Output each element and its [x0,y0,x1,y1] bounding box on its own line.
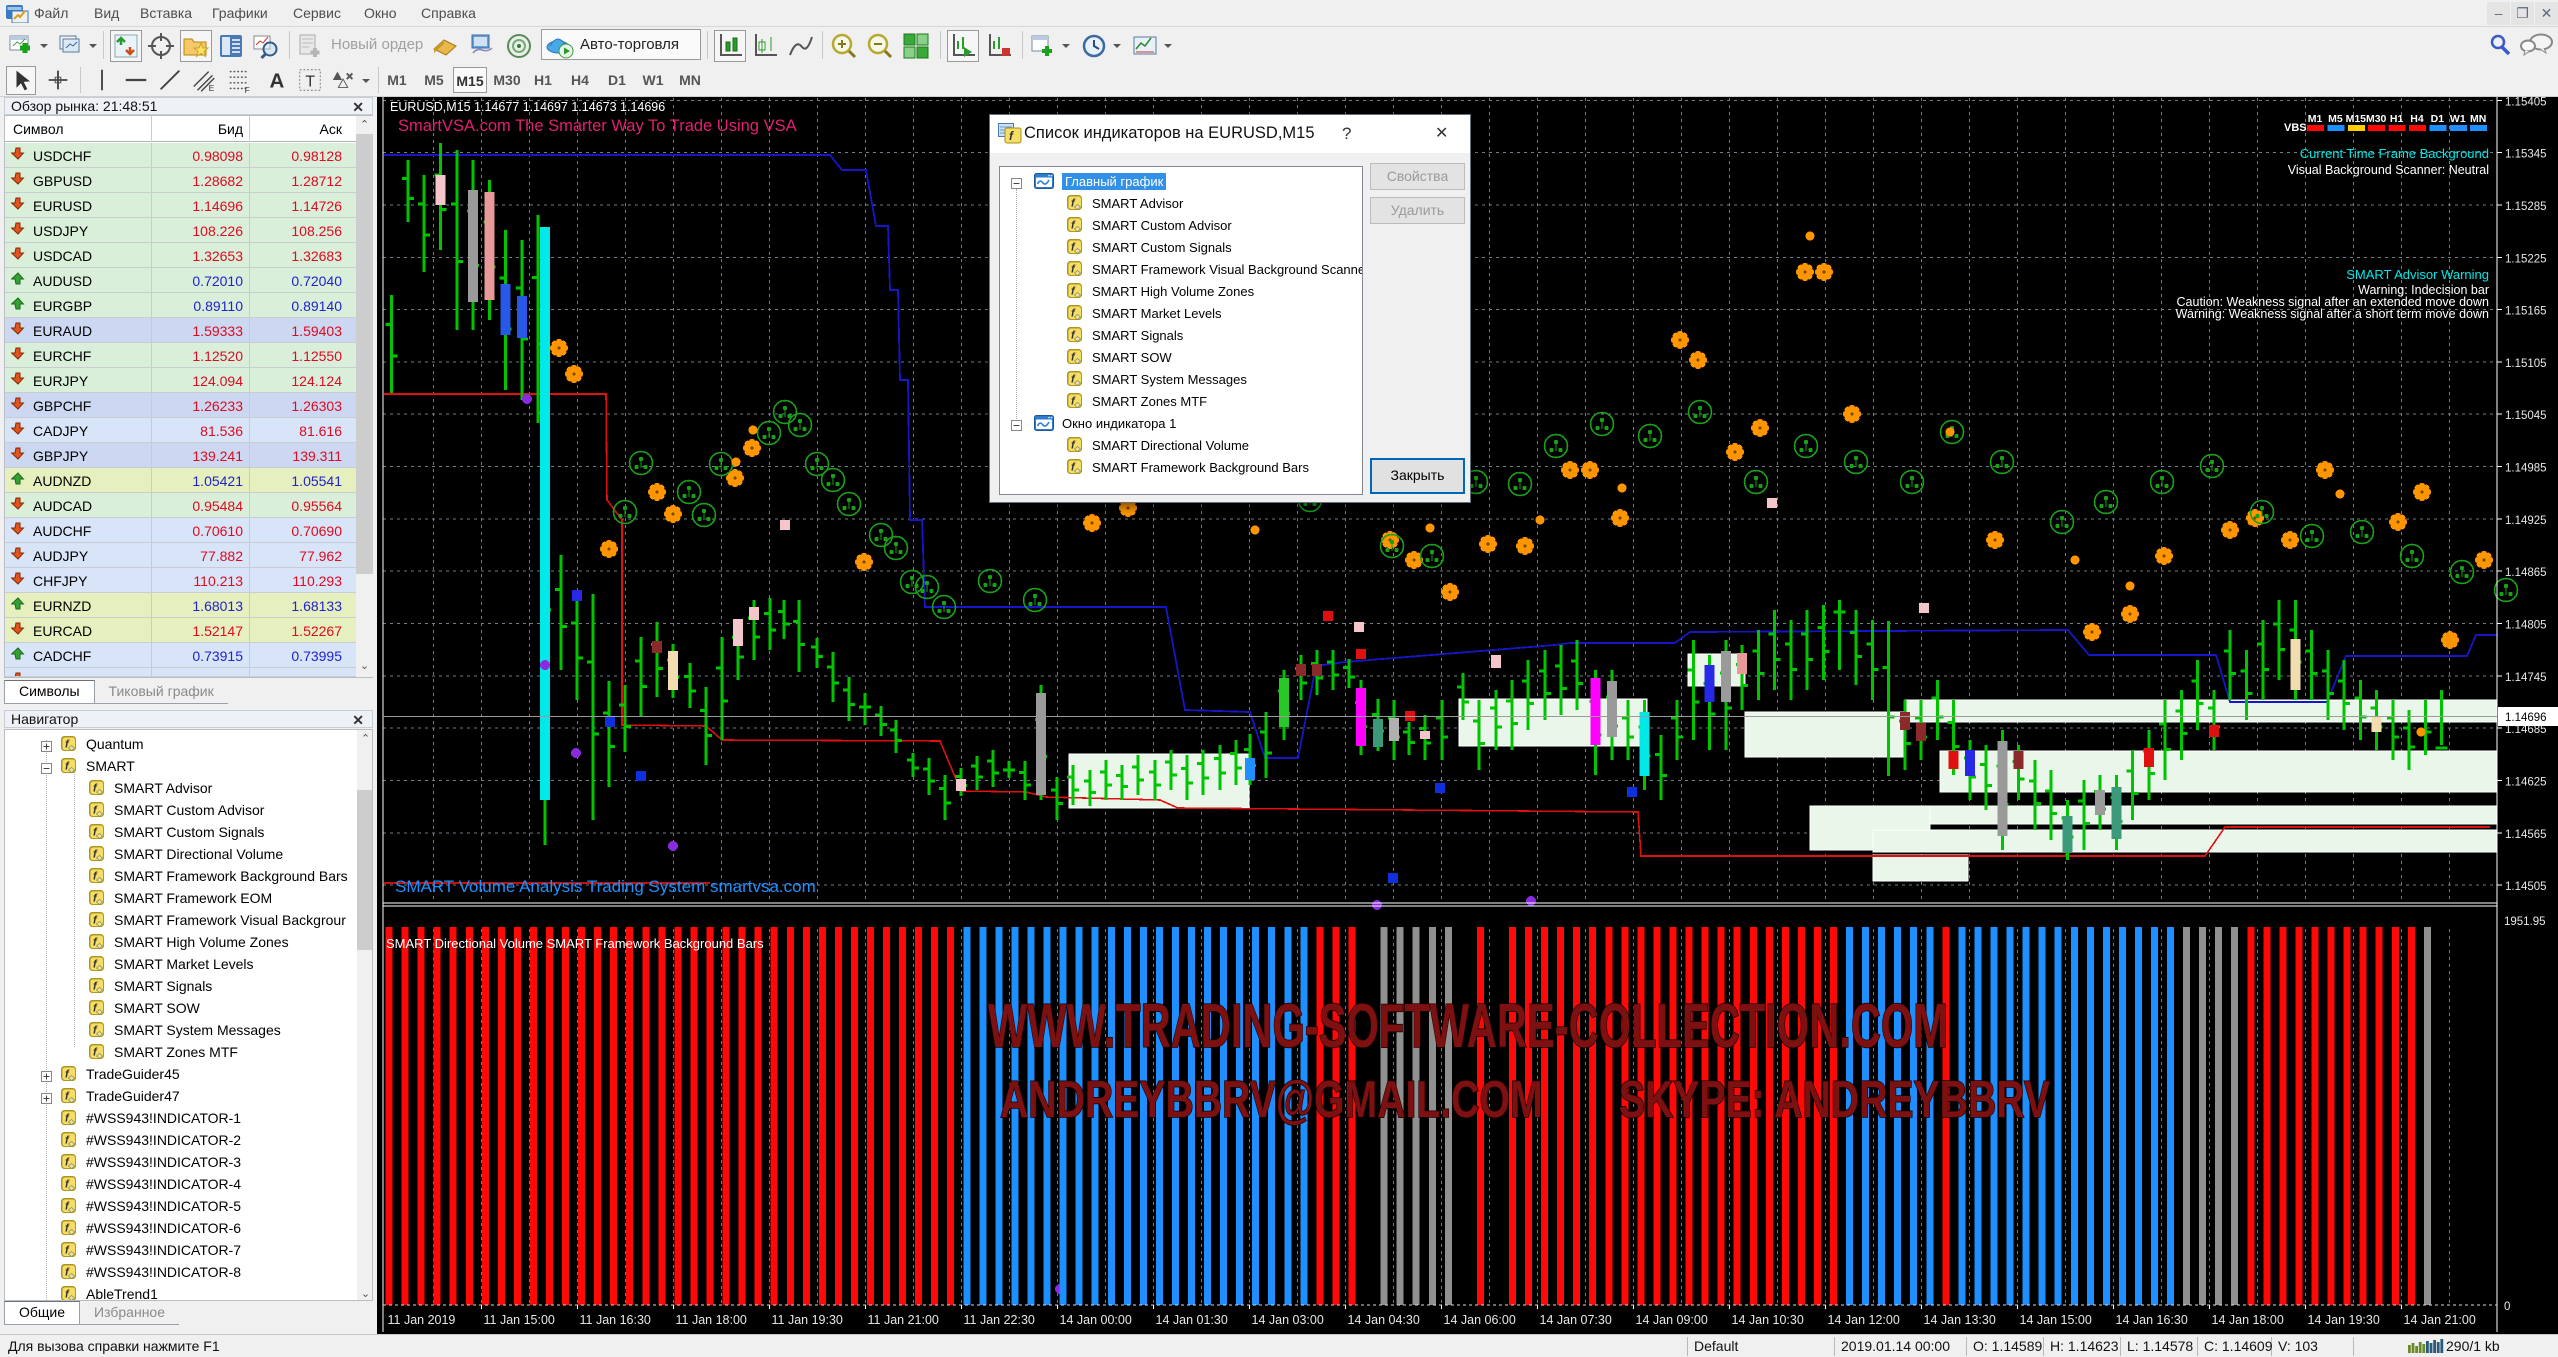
svg-text:M1: M1 [2308,113,2323,125]
svg-text:11 Jan 15:00: 11 Jan 15:00 [484,1313,555,1327]
svg-text:0: 0 [2504,1301,2510,1313]
svg-text:M15: M15 [2346,113,2367,125]
svg-text:1.14805: 1.14805 [2505,620,2547,632]
svg-text:SMART Directional Volume SMAR: SMART Directional Volume SMART Framework… [386,936,764,951]
svg-text:Visual Background Scanner: Neu: Visual Background Scanner: Neutral [2288,163,2489,177]
svg-text:M30: M30 [2366,113,2387,125]
svg-text:14 Jan 15:00: 14 Jan 15:00 [2020,1313,2092,1327]
svg-text:1.15345: 1.15345 [2505,149,2547,161]
svg-text:A: A [269,69,284,92]
svg-text:14 Jan 21:00: 14 Jan 21:00 [2404,1313,2476,1327]
svg-text:Current Time Frame Background: Current Time Frame Background [2300,146,2489,161]
svg-text:14 Jan 18:00: 14 Jan 18:00 [2212,1313,2284,1327]
svg-text:14 Jan 09:00: 14 Jan 09:00 [1636,1313,1708,1327]
svg-text:1.14565: 1.14565 [2505,829,2547,841]
svg-text:1951.95: 1951.95 [2504,916,2546,928]
svg-text:14 Jan 13:30: 14 Jan 13:30 [1924,1313,1996,1327]
svg-text:14 Jan 04:30: 14 Jan 04:30 [1348,1313,1420,1327]
svg-text:1.14696: 1.14696 [2505,712,2547,724]
svg-text:14 Jan 16:30: 14 Jan 16:30 [2116,1313,2188,1327]
svg-text:14 Jan 19:30: 14 Jan 19:30 [2308,1313,2380,1327]
svg-text:14 Jan 00:00: 14 Jan 00:00 [1060,1313,1132,1327]
svg-text:1.15405: 1.15405 [2505,97,2547,108]
svg-text:SMART Advisor Warning: SMART Advisor Warning [2346,267,2489,282]
svg-text:14 Jan 03:00: 14 Jan 03:00 [1252,1313,1324,1327]
svg-text:11 Jan 22:30: 11 Jan 22:30 [964,1313,1035,1327]
svg-text:1.14745: 1.14745 [2505,672,2547,684]
svg-text:WWW.TRADING-SOFTWARE-COLLECTIO: WWW.TRADING-SOFTWARE-COLLECTION.COM [988,992,1948,1061]
svg-text:14 Jan 01:30: 14 Jan 01:30 [1156,1313,1228,1327]
svg-text:11 Jan 21:00: 11 Jan 21:00 [868,1313,939,1327]
svg-text:SMART Volume Analysis Trading: SMART Volume Analysis Trading System sma… [395,877,816,896]
svg-text:1.14925: 1.14925 [2505,515,2547,527]
svg-text:MN: MN [2470,113,2486,125]
svg-text:1.15285: 1.15285 [2505,201,2547,213]
svg-text:F: F [245,85,250,94]
svg-text:14 Jan 07:30: 14 Jan 07:30 [1540,1313,1612,1327]
svg-text:T: T [305,74,315,91]
svg-text:W1: W1 [2450,113,2466,125]
svg-text:1.14505: 1.14505 [2505,881,2547,893]
svg-text:VBS: VBS [2284,122,2307,134]
svg-text:Warning: Weakness signal after: Warning: Weakness signal after a short t… [2176,307,2489,321]
svg-text:SmartVSA.com The Smarter Way T: SmartVSA.com The Smarter Way To Trade Us… [398,117,797,135]
svg-text:14 Jan 06:00: 14 Jan 06:00 [1444,1313,1516,1327]
svg-text:H4: H4 [2410,113,2424,125]
svg-text:11 Jan 19:30: 11 Jan 19:30 [772,1313,843,1327]
svg-text:1.14625: 1.14625 [2505,777,2547,789]
svg-text:1.15165: 1.15165 [2505,306,2547,318]
svg-text:11 Jan 16:30: 11 Jan 16:30 [580,1313,651,1327]
svg-text:ANDREYBBRV@GMAIL.COM SKY: ANDREYBBRV@GMAIL.COM SKYPE: ANDREYBBRV [1000,1071,2050,1129]
svg-text:EURUSD,M15 1.14677 1.14697 1.: EURUSD,M15 1.14677 1.14697 1.14673 1.146… [390,100,665,114]
svg-text:1.15045: 1.15045 [2505,410,2547,422]
svg-text:14 Jan 10:30: 14 Jan 10:30 [1732,1313,1804,1327]
svg-text:11 Jan 2019: 11 Jan 2019 [388,1313,456,1327]
svg-text:1.14865: 1.14865 [2505,567,2547,579]
svg-text:E: E [209,83,215,93]
svg-text:M5: M5 [2328,113,2343,125]
svg-text:1.15225: 1.15225 [2505,253,2547,265]
svg-text:D1: D1 [2431,113,2445,125]
svg-text:11 Jan 18:00: 11 Jan 18:00 [676,1313,747,1327]
svg-text:1.14985: 1.14985 [2505,463,2547,475]
svg-text:1.15105: 1.15105 [2505,358,2547,370]
svg-text:14 Jan 12:00: 14 Jan 12:00 [1828,1313,1900,1327]
svg-text:H1: H1 [2390,113,2404,125]
